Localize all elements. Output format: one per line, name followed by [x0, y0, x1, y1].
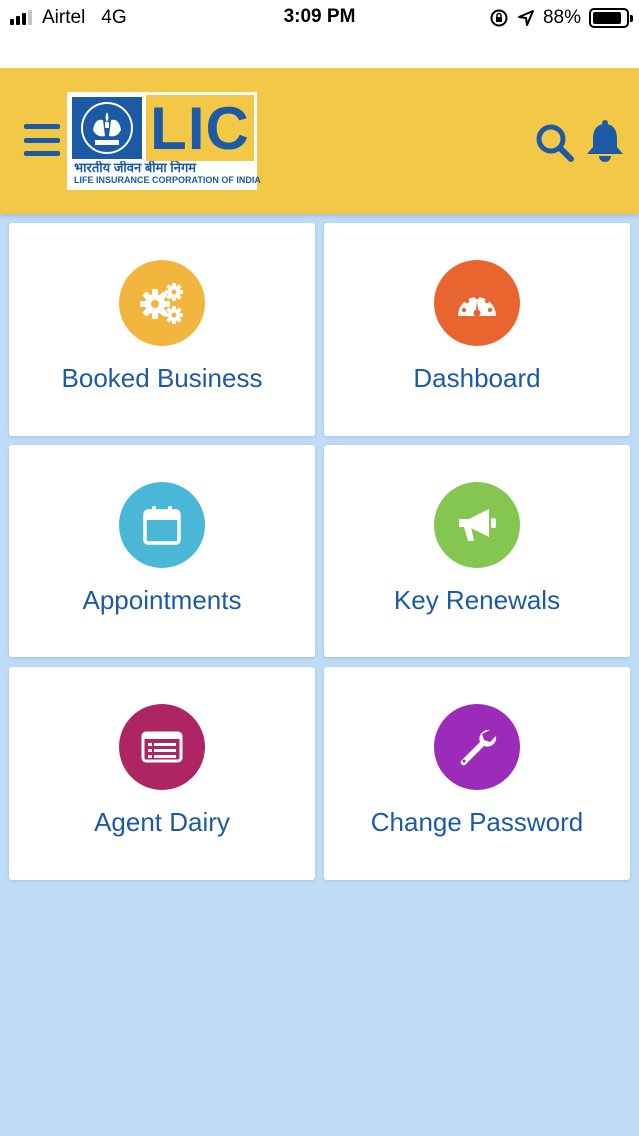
logo-english-text: LIFE INSURANCE CORPORATION OF INDIA [74, 175, 261, 185]
tile-dashboard[interactable]: Dashboard [324, 223, 630, 436]
tile-label: Appointments [82, 585, 242, 615]
logo-wordmark: LIC [146, 95, 254, 162]
diary-icon [141, 731, 183, 763]
calendar-icon [143, 506, 181, 545]
tile-icon-circle [119, 260, 205, 346]
wrench-icon [460, 729, 497, 766]
menu-icon[interactable] [24, 124, 60, 156]
battery-percent: 88% [542, 7, 581, 28]
logo-hindi-text: भारतीय जीवन बीमा निगम [74, 161, 197, 175]
orientation-lock-icon [490, 9, 508, 27]
tile-icon-circle [434, 260, 520, 346]
tile-label: Booked Business [61, 363, 263, 393]
tile-icon-circle [119, 482, 205, 568]
tile-agent-dairy[interactable]: Agent Dairy [9, 667, 315, 880]
battery-level [593, 12, 622, 24]
gears-icon [140, 283, 183, 324]
tile-label: Key Renewals [393, 585, 561, 615]
lic-logo: LIC भारतीय जीवन बीमा निगम LIFE INSURANCE… [67, 92, 261, 190]
tile-booked-business[interactable]: Booked Business [9, 223, 315, 436]
search-icon[interactable] [534, 122, 576, 164]
status-bar: Airtel 4G 3:09 PM 88% [0, 0, 639, 68]
tile-label: Dashboard [413, 363, 541, 393]
tile-key-renewals[interactable]: Key Renewals [324, 445, 630, 657]
bell-icon[interactable] [584, 118, 626, 164]
tile-appointments[interactable]: Appointments [9, 445, 315, 657]
status-right: 88% [489, 6, 633, 30]
tile-icon-circle [434, 704, 520, 790]
dashboard-icon [458, 294, 496, 317]
tile-icon-circle [434, 482, 520, 568]
app-header: LIC भारतीय जीवन बीमा निगम LIFE INSURANCE… [0, 68, 639, 214]
lic-emblem-icon [70, 95, 144, 161]
tile-label: Agent Dairy [94, 807, 230, 837]
tile-icon-circle [119, 704, 205, 790]
battery-icon [589, 8, 633, 28]
location-arrow-icon [517, 10, 534, 26]
tile-label: Change Password [370, 807, 584, 837]
megaphone-icon [459, 509, 496, 541]
tile-change-password[interactable]: Change Password [324, 667, 630, 880]
